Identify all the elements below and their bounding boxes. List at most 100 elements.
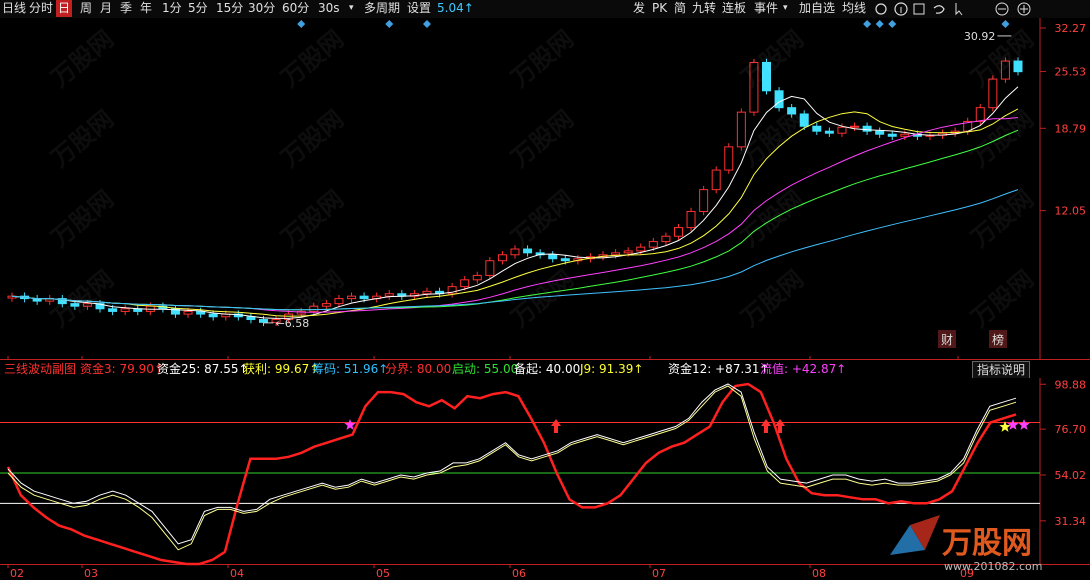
chart-tools: [875, 2, 1031, 16]
events-dropdown-icon[interactable]: ▾: [781, 0, 790, 17]
candlestick-chart: 32.2725.5318.7912.0530.92←6.58财 榜万股网 万股网 万股…: [0, 18, 1090, 360]
candle-body: [422, 290, 432, 295]
candle-body: [699, 189, 709, 212]
price-tick-label: 32.27: [1055, 22, 1087, 35]
candle-body: [837, 126, 847, 134]
zoom-out-icon[interactable]: [995, 2, 1009, 16]
tab-60min[interactable]: 60分: [280, 0, 311, 17]
label-j9: J9: 91.39↑: [580, 362, 644, 376]
indicator-header: 三线波动副图 资金3: 79.90↑ 资金25: 87.55↑ 获利: 99.6…: [0, 360, 1090, 379]
period-toolbar: 日线 分时 日 周 月 季 年 1分 5分 15分 30分 60分 30s ▾ …: [0, 0, 1090, 19]
tab-year[interactable]: 年: [138, 0, 154, 17]
candle-body: [736, 111, 746, 148]
simple-button[interactable]: 简: [672, 0, 688, 17]
label-fund25: 资金25: 87.55↑: [157, 362, 249, 376]
candle-body: [472, 274, 482, 281]
sub-tick-label: 98.88: [1055, 378, 1087, 391]
candle-body: [246, 316, 256, 321]
candle-body: [887, 133, 897, 137]
tab-intraday[interactable]: 分时: [27, 0, 55, 17]
cursor-icon[interactable]: [955, 3, 963, 16]
tab-15min[interactable]: 15分: [214, 0, 245, 17]
tab-month[interactable]: 月: [98, 0, 114, 17]
high-price-label: 30.92: [964, 30, 996, 43]
candle-body: [673, 227, 683, 237]
moving-average-button[interactable]: 均线: [840, 0, 868, 17]
candle-body: [334, 298, 344, 305]
label-ready: 备起: 40.00: [514, 362, 581, 376]
candle-body: [711, 169, 721, 191]
candle-body: [120, 308, 130, 312]
hand-icon[interactable]: [875, 3, 887, 15]
date-label: 04: [230, 567, 244, 580]
label-chips: 筹码: 51.96↑: [312, 362, 389, 376]
zoom-in-icon[interactable]: [1017, 2, 1031, 16]
tab-day[interactable]: 日: [56, 0, 73, 17]
price-tick-label: 18.79: [1055, 122, 1087, 135]
candle-body: [611, 252, 621, 256]
tab-week[interactable]: 周: [78, 0, 94, 17]
candle-body: [812, 125, 822, 132]
limit-board-button[interactable]: 连板: [720, 0, 748, 17]
candle-body: [384, 293, 394, 297]
nine-turn-button[interactable]: 九转: [690, 0, 718, 17]
badge-label: 财: [941, 333, 953, 347]
candle-body: [485, 260, 495, 276]
indicator-name: 三线波动副图: [4, 362, 77, 376]
candle-body: [862, 125, 872, 132]
candle-body: [347, 295, 357, 300]
candle-body: [636, 246, 646, 252]
candle-body: [108, 308, 118, 312]
settings-button[interactable]: 设置: [405, 0, 433, 17]
candle-body: [648, 241, 658, 248]
candle-body: [724, 146, 734, 171]
candle-body: [548, 254, 558, 260]
events-button[interactable]: 事件: [752, 0, 780, 17]
watermark-url: www.201082.com: [944, 560, 1042, 573]
date-label: 06: [512, 567, 526, 580]
candle-body: [975, 107, 985, 122]
price-tick-label: 12.05: [1055, 205, 1087, 218]
candle-body: [460, 279, 470, 288]
watermark-logo: 万股网 www.201082.com: [880, 515, 1080, 575]
date-label: 08: [812, 567, 826, 580]
tab-quarter[interactable]: 季: [118, 0, 134, 17]
sub-tick-label: 54.02: [1055, 469, 1087, 482]
multi-period-button[interactable]: 多周期: [362, 0, 402, 17]
candle-body: [359, 295, 369, 300]
add-watchlist-button[interactable]: 加自选: [797, 0, 837, 17]
badge-label: 榜: [992, 332, 1004, 347]
candle-body: [208, 313, 218, 318]
label-boundary: 分界: 80.00: [385, 362, 452, 376]
tab-30min[interactable]: 30分: [246, 0, 277, 17]
tab-5min[interactable]: 5分: [186, 0, 210, 17]
buy-button[interactable]: 发: [631, 0, 647, 17]
candle-body: [875, 130, 885, 135]
date-label: 05: [376, 567, 390, 580]
undo-icon[interactable]: [933, 5, 945, 14]
period-dropdown-icon[interactable]: ▾: [347, 0, 356, 17]
indicator-help-button[interactable]: 指标说明: [971, 361, 1030, 379]
fullscreen-icon[interactable]: [913, 3, 925, 15]
price-tick-label: 25.53: [1055, 65, 1087, 78]
candle-body: [510, 248, 520, 256]
date-label: 03: [84, 567, 98, 580]
candle-body: [497, 254, 507, 262]
candle-body: [900, 133, 910, 137]
price-change-value: 5.04↑: [437, 1, 474, 15]
stock-chart-window: 日线 分时 日 周 月 季 年 1分 5分 15分 30分 60分 30s ▾ …: [0, 0, 1090, 580]
label-start: 启动: 55.00: [452, 362, 519, 376]
pk-button[interactable]: PK: [650, 0, 669, 17]
tab-1min[interactable]: 1分: [160, 0, 184, 17]
label-fund12: 资金12: +87.31↑: [668, 362, 770, 376]
candle-body: [661, 235, 671, 243]
tab-30s[interactable]: 30s: [316, 0, 342, 17]
sub-tick-label: 76.70: [1055, 423, 1087, 436]
candle-body: [850, 125, 860, 128]
date-label: 07: [652, 567, 666, 580]
info-icon[interactable]: [894, 2, 908, 16]
candle-body: [183, 310, 193, 315]
candle-body: [560, 258, 570, 262]
tab-daily-line[interactable]: 日线: [0, 0, 28, 17]
label-profit: 获利: 99.67↑: [243, 362, 320, 376]
